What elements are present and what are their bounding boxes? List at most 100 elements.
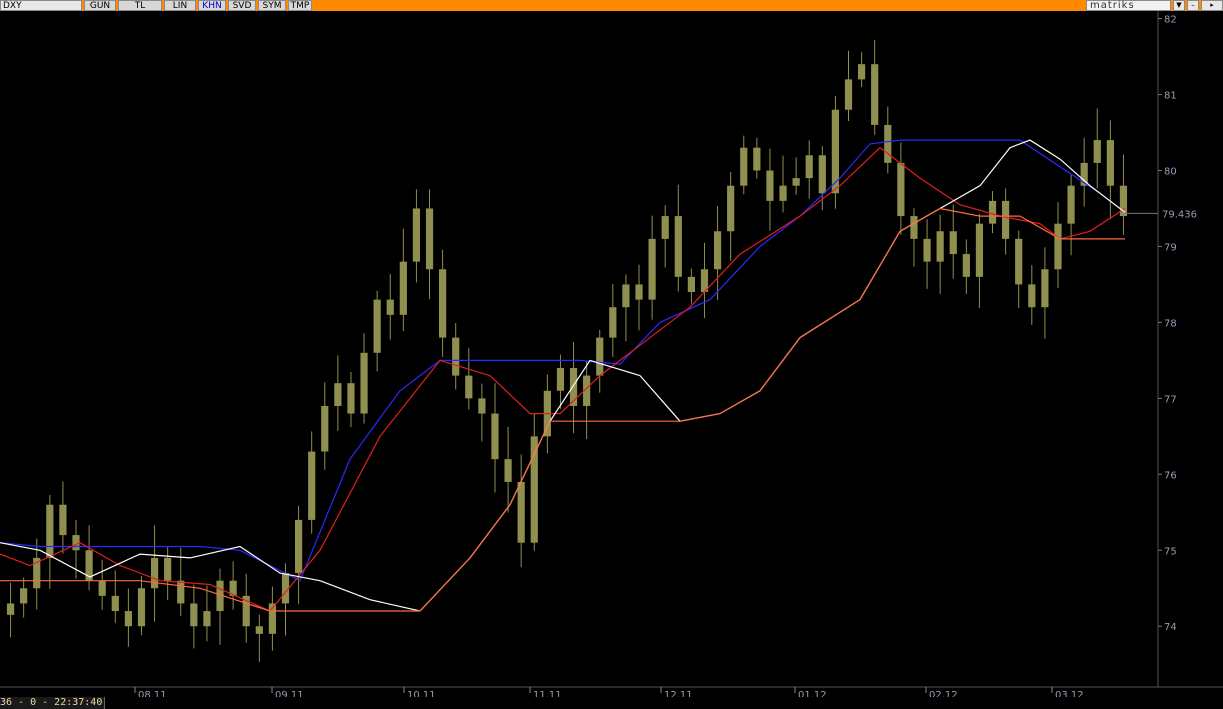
symbol-field[interactable]: DXY — [0, 0, 82, 11]
candle-body — [962, 254, 970, 277]
candle-body — [844, 79, 853, 110]
candle-body — [386, 299, 394, 315]
x-tick-label: 02.12 — [929, 690, 958, 697]
candle-body — [111, 595, 119, 612]
candle-body — [46, 504, 54, 558]
candle-body — [622, 284, 630, 308]
candle-body — [1106, 140, 1114, 186]
candle-body — [596, 337, 604, 376]
x-tick-label: 03.12 — [1055, 690, 1084, 697]
tool-button-tmp[interactable]: TMP — [288, 0, 312, 11]
candle-body — [1041, 269, 1049, 308]
candle-body — [177, 580, 185, 604]
candle-body — [72, 535, 80, 551]
candle-body — [124, 611, 132, 627]
candle-body — [59, 504, 67, 536]
candle-body — [884, 124, 892, 163]
type-button-khn[interactable]: KHN — [198, 0, 226, 11]
candle-body — [255, 626, 263, 634]
candle-body — [949, 231, 957, 255]
x-tick-label: 08.11 — [138, 690, 167, 697]
candle-body — [556, 367, 565, 391]
candle-body — [164, 557, 172, 581]
dropdown-icon[interactable]: ▼ — [1173, 0, 1185, 11]
candle-body — [818, 155, 826, 194]
brand-logo: matriks — [1086, 0, 1171, 11]
candle-body — [98, 580, 106, 596]
tool-button-sym[interactable]: SYM — [258, 0, 286, 11]
scroll-arrow-icon[interactable]: ▸ — [1201, 0, 1223, 11]
candle-body — [1015, 238, 1023, 285]
candle-body — [936, 231, 944, 262]
candle-body — [661, 216, 669, 239]
y-tick-label: 82 — [1164, 15, 1177, 26]
candle-body — [517, 481, 525, 543]
candle-body — [412, 208, 421, 262]
status-bar: 36 - 0 - 22:37:40 — [0, 697, 104, 709]
candle-body — [1054, 223, 1062, 270]
scale-button-lin[interactable]: LIN — [164, 0, 196, 11]
candle-body — [1093, 140, 1101, 163]
candle-body — [20, 588, 28, 604]
candle-body — [1067, 185, 1075, 224]
candle-body — [753, 147, 761, 171]
candle-body — [203, 611, 211, 627]
candle-body — [478, 398, 486, 414]
y-tick-label: 78 — [1164, 318, 1177, 329]
candle-body — [648, 238, 656, 300]
candle-body — [452, 337, 460, 376]
candle-body — [779, 185, 787, 201]
candle-body — [687, 276, 695, 293]
candle-body — [321, 405, 329, 452]
candle-body — [805, 155, 813, 179]
candle-body — [399, 261, 407, 315]
period-button-gun[interactable]: GUN — [84, 0, 116, 11]
candle-body — [373, 299, 381, 353]
x-tick-label: 12.11 — [664, 690, 693, 697]
candle-body — [150, 557, 159, 589]
candle-body — [334, 383, 342, 406]
candle-body — [792, 178, 800, 186]
tool-button-svd[interactable]: SVD — [228, 0, 256, 11]
candle-body — [923, 238, 931, 262]
candle-body — [491, 413, 499, 460]
candle-body — [713, 231, 722, 270]
candle-body — [530, 436, 538, 543]
candle-body — [1002, 200, 1010, 239]
candle-body — [857, 64, 866, 80]
candle-body — [975, 223, 984, 277]
candle-body — [294, 519, 303, 574]
y-tick-label: 77 — [1164, 394, 1177, 405]
candle-body — [609, 307, 617, 338]
candle-body — [674, 216, 682, 277]
candle-body — [6, 603, 15, 615]
candle-body — [360, 352, 368, 414]
candle-body — [897, 162, 905, 217]
x-tick-label: 11.11 — [533, 690, 562, 697]
price-chart[interactable]: 74 75 76 77 78 79 80 81 82 08.11 09.11 10.11 11.11 12… — [0, 11, 1223, 697]
candle-body — [871, 64, 879, 125]
period-button-tl[interactable]: TL — [118, 0, 162, 11]
candle-body — [465, 375, 473, 399]
candle-body — [137, 588, 146, 627]
y-tick-label: 81 — [1164, 91, 1177, 102]
candle-body — [727, 185, 735, 232]
candle-body — [740, 147, 748, 186]
current-price-label: 79.436 — [1162, 209, 1197, 220]
candle-body — [347, 383, 355, 414]
candle-body — [988, 200, 997, 224]
x-tick-label: 10.11 — [407, 690, 436, 697]
candle-body — [1028, 284, 1036, 308]
minimize-icon[interactable]: – — [1187, 0, 1199, 11]
candle-body — [439, 269, 447, 338]
candle-body — [308, 451, 316, 520]
y-tick-label: 76 — [1164, 470, 1177, 481]
y-tick-label: 75 — [1164, 546, 1177, 557]
x-tick-label: 01.12 — [798, 690, 827, 697]
y-tick-label: 74 — [1164, 622, 1177, 633]
x-tick-label: 09.11 — [275, 690, 304, 697]
candle-body — [635, 284, 643, 300]
candle-body — [766, 170, 774, 201]
y-tick-label: 79 — [1164, 242, 1177, 253]
y-tick-label: 80 — [1164, 167, 1177, 178]
